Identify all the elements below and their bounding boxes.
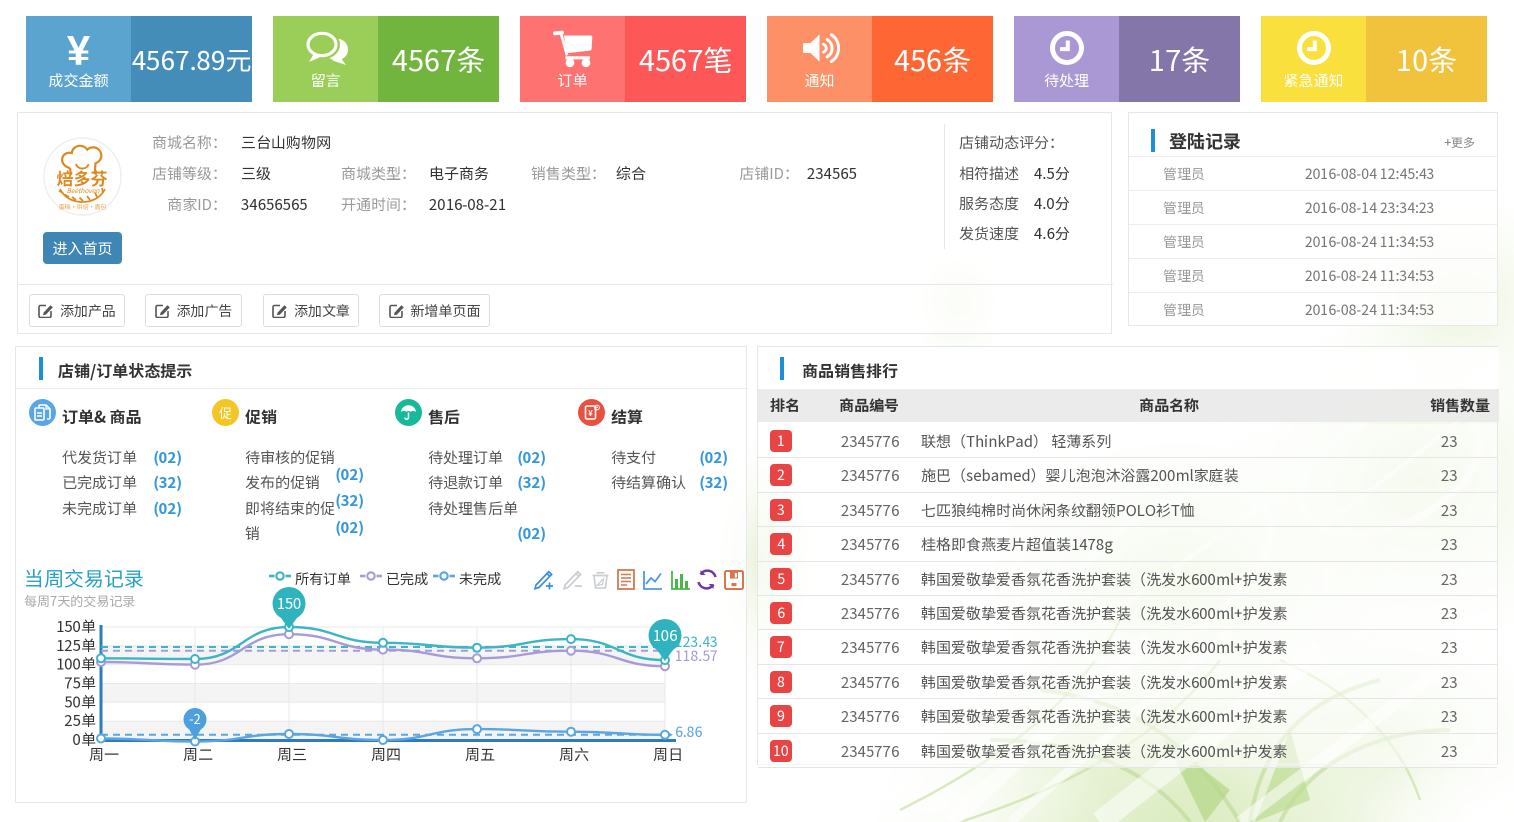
svg-text:周六: 周六 xyxy=(559,744,589,765)
svg-text:6.86: 6.86 xyxy=(675,722,702,742)
svg-text:118.57: 118.57 xyxy=(675,646,718,666)
svg-text:周三: 周三 xyxy=(277,744,307,765)
svg-text:周二: 周二 xyxy=(183,744,213,765)
svg-text:125单: 125单 xyxy=(56,635,96,656)
svg-text:106: 106 xyxy=(653,625,679,646)
svg-text:-2: -2 xyxy=(189,709,201,728)
svg-text:150: 150 xyxy=(277,593,302,614)
svg-text:周五: 周五 xyxy=(465,744,495,765)
svg-text:100单: 100单 xyxy=(56,654,96,675)
svg-text:25单: 25单 xyxy=(64,710,96,731)
svg-text:50单: 50单 xyxy=(63,691,96,712)
svg-text:周四: 周四 xyxy=(371,744,401,765)
svg-text:周一: 周一 xyxy=(89,744,119,765)
svg-text:150单: 150单 xyxy=(56,616,96,637)
svg-text:蛋糕·烘焙·面包: 蛋糕·烘焙·面包 xyxy=(58,202,106,211)
svg-text:75单: 75单 xyxy=(64,673,96,694)
svg-text:周日: 周日 xyxy=(653,744,683,765)
